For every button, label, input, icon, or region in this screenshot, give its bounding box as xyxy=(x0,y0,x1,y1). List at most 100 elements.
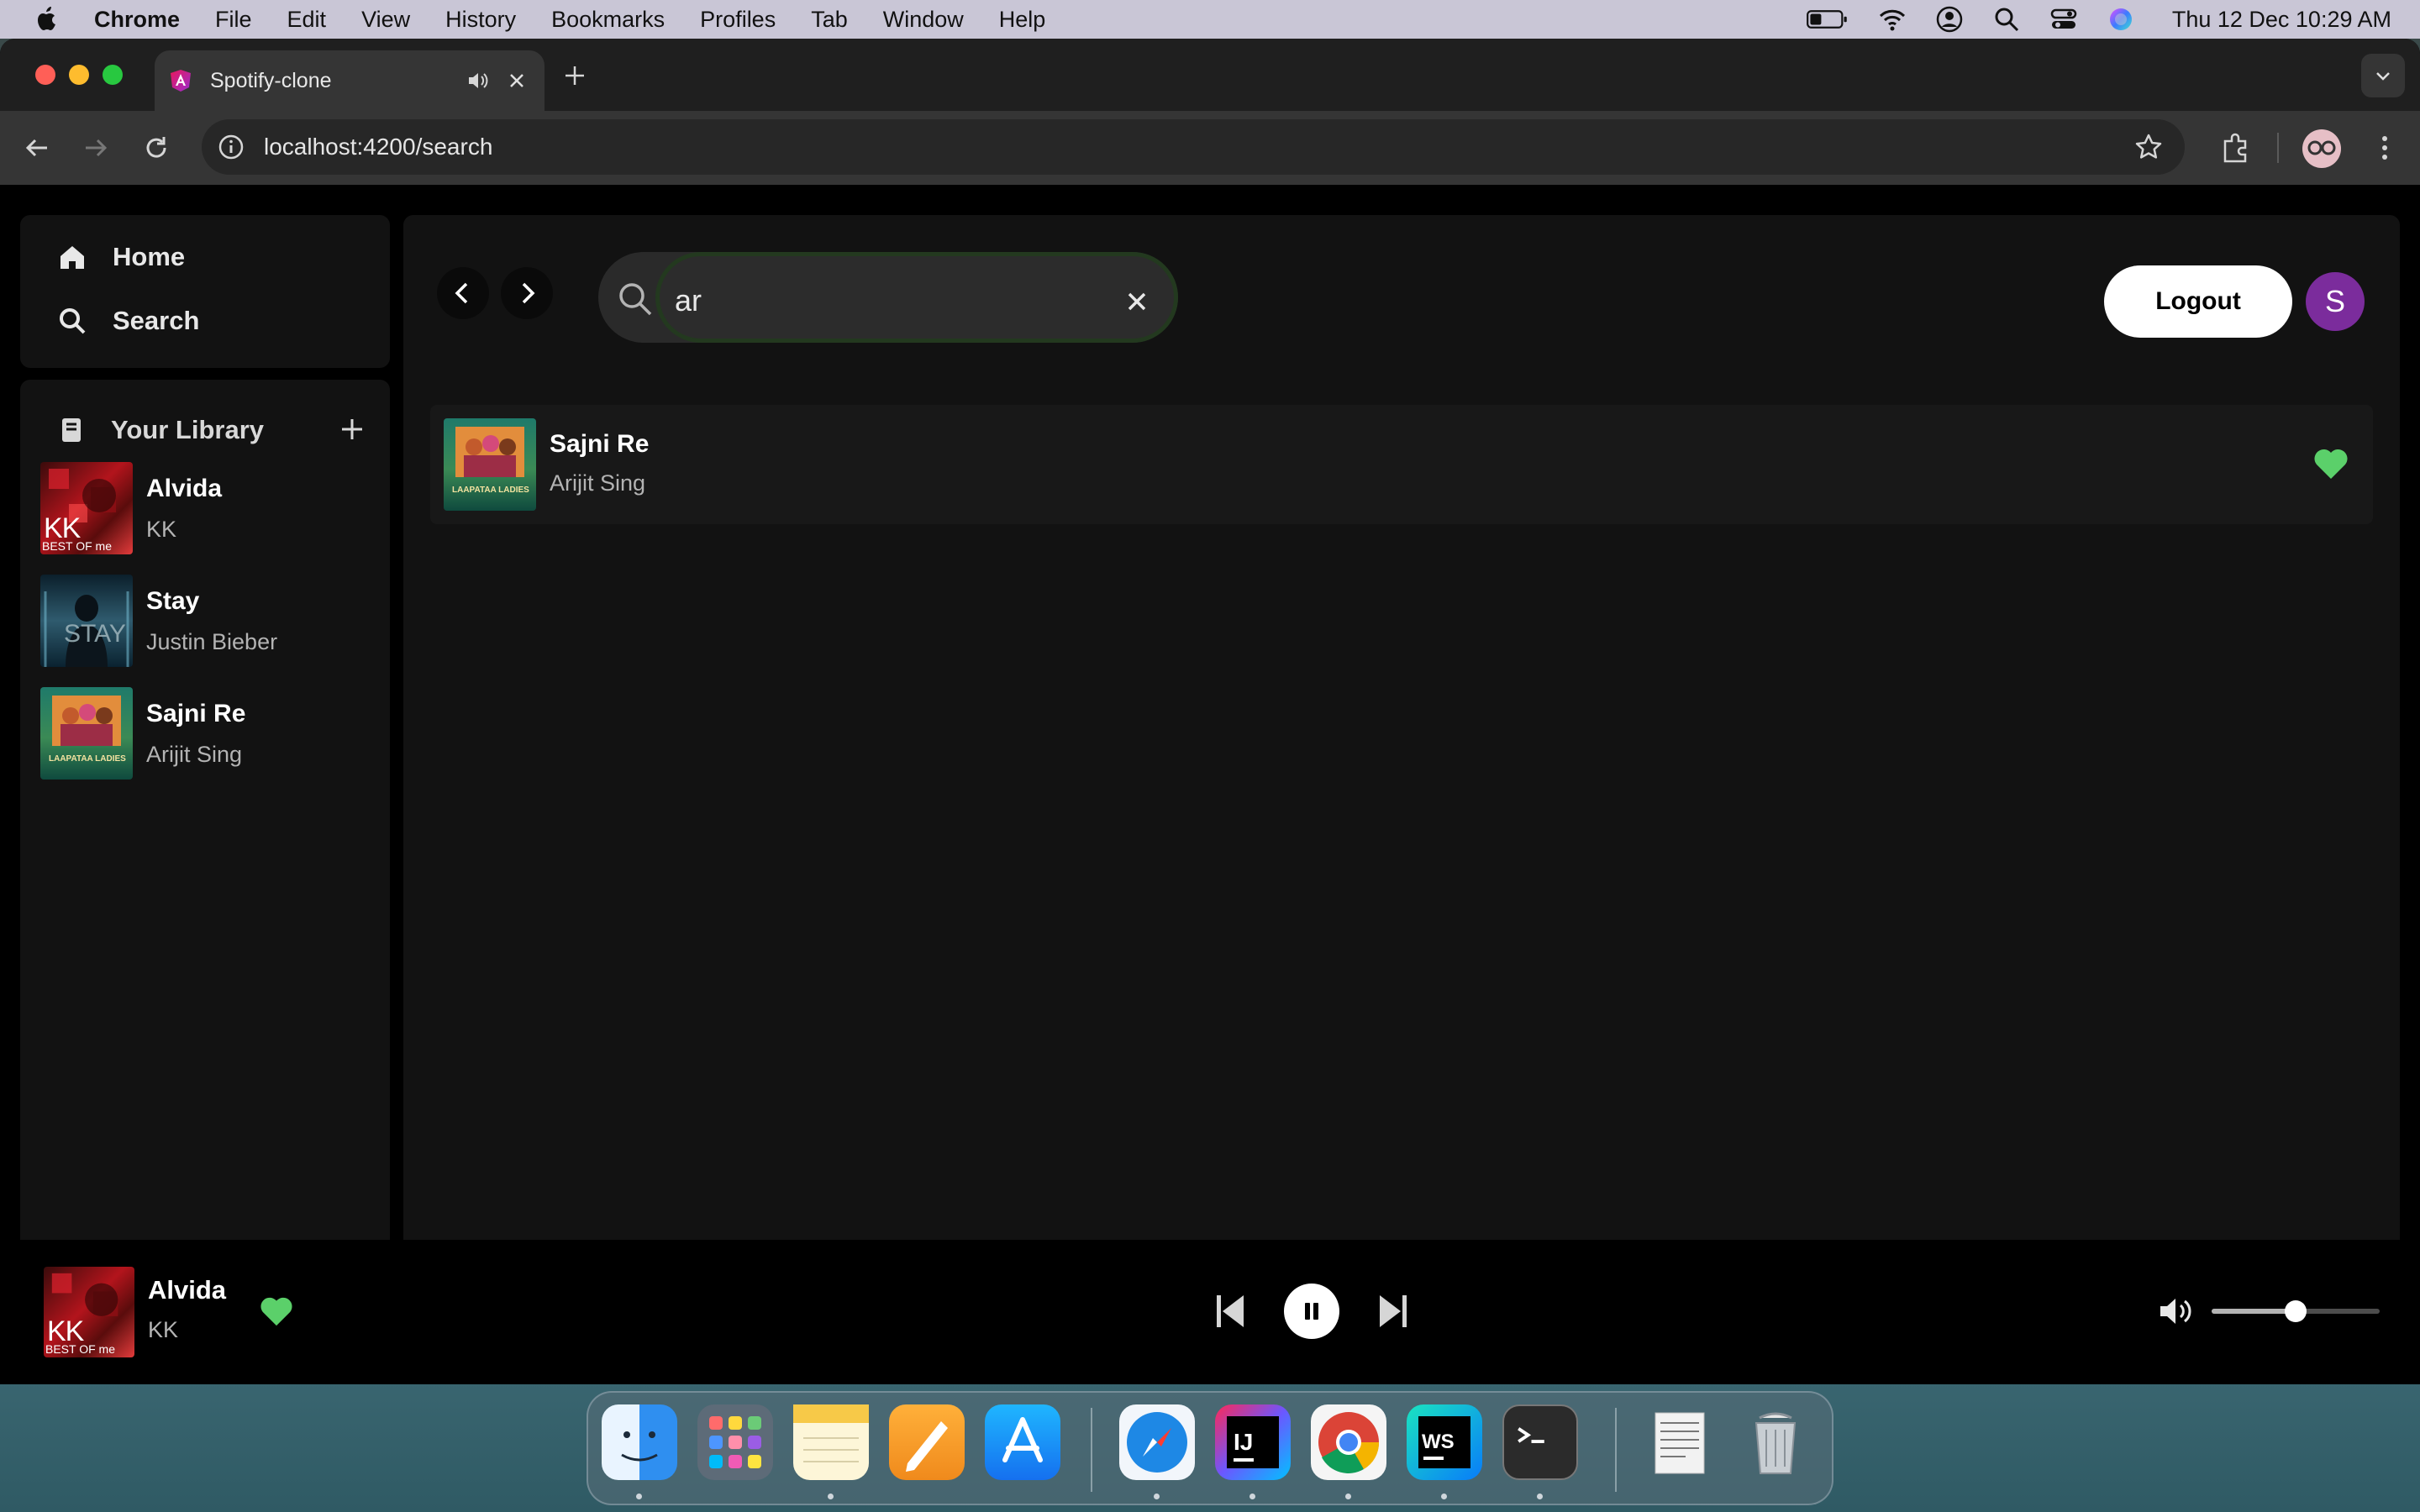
launchpad-app-icon[interactable] xyxy=(697,1404,773,1480)
liked-heart-icon[interactable] xyxy=(259,1295,294,1327)
site-info-icon[interactable] xyxy=(217,133,245,161)
library-header[interactable]: Your Library xyxy=(57,415,264,445)
history-forward-button[interactable] xyxy=(501,267,553,319)
menubar-clock[interactable]: Thu 12 Dec 10:29 AM xyxy=(2172,7,2391,33)
menu-app-name[interactable]: Chrome xyxy=(94,7,180,33)
notes-app-icon[interactable] xyxy=(793,1404,869,1480)
search-input[interactable] xyxy=(675,280,1112,322)
finder-face-icon xyxy=(621,1431,658,1462)
documents-stack-icon[interactable] xyxy=(1642,1404,1718,1480)
tab-close-icon[interactable] xyxy=(508,71,526,90)
page-content: Home Search Your Library KK BEST OF me A… xyxy=(0,185,2420,1384)
siri-icon[interactable] xyxy=(2107,5,2135,34)
address-bar[interactable]: localhost:4200/search xyxy=(202,119,2185,175)
volume-slider-fill xyxy=(2212,1309,2296,1314)
webstorm-app-icon[interactable]: WS xyxy=(1407,1404,1482,1480)
window-zoom-button[interactable] xyxy=(103,65,123,85)
menu-help[interactable]: Help xyxy=(999,7,1046,33)
chevron-down-icon xyxy=(2376,72,2390,81)
menu-window[interactable]: Window xyxy=(883,7,964,33)
trash-can-icon xyxy=(1754,1412,1797,1474)
volume-icon[interactable] xyxy=(2158,1295,2193,1327)
browser-toolbar: localhost:4200/search xyxy=(0,111,2420,185)
tab-search-button[interactable] xyxy=(2361,54,2405,97)
library-item-stay[interactable]: STAY Stay Justin Bieber xyxy=(40,575,277,667)
menu-tab[interactable]: Tab xyxy=(811,7,848,33)
now-playing-artist: KK xyxy=(148,1317,179,1342)
address-url[interactable]: localhost:4200/search xyxy=(264,134,2134,160)
menu-view[interactable]: View xyxy=(361,7,410,33)
menu-edit[interactable]: Edit xyxy=(287,7,327,33)
user-avatar[interactable]: S xyxy=(2306,272,2365,331)
previous-track-icon[interactable] xyxy=(1213,1292,1247,1331)
notes-lines-icon xyxy=(793,1404,869,1462)
spotlight-search-icon[interactable] xyxy=(1992,5,2021,34)
library-item-artist: Justin Bieber xyxy=(146,628,278,654)
intellij-app-icon[interactable]: IJ xyxy=(1215,1404,1291,1480)
svg-text:IJ: IJ xyxy=(1234,1429,1253,1455)
bookmark-star-icon[interactable] xyxy=(2134,133,2163,161)
menu-file[interactable]: File xyxy=(215,7,252,33)
finder-app-icon[interactable] xyxy=(602,1404,677,1480)
forward-arrow-icon[interactable] xyxy=(81,133,111,163)
clear-search-icon[interactable] xyxy=(1125,290,1149,313)
profile-avatar[interactable] xyxy=(2302,129,2341,168)
window-minimize-button[interactable] xyxy=(69,65,89,85)
webstorm-logo-icon: WS xyxy=(1418,1416,1470,1468)
primary-nav: Home Search xyxy=(20,215,390,368)
svg-text:WS: WS xyxy=(1422,1431,1455,1453)
wifi-icon[interactable] xyxy=(1878,5,1907,34)
library-item-alvida[interactable]: KK BEST OF me Alvida KK xyxy=(40,462,222,554)
volume-slider-thumb[interactable] xyxy=(2285,1300,2307,1322)
cover-art-laapataa xyxy=(455,427,524,477)
cover-art-laapataa xyxy=(52,696,121,746)
result-artist: Arijit Sing xyxy=(550,470,646,496)
browser-tab[interactable]: Spotify-clone xyxy=(155,50,544,111)
library-item-title: Sajni Re xyxy=(146,699,246,727)
album-cover-laapataa-ladies: LAAPATAA LADIES xyxy=(444,418,536,511)
history-back-button[interactable] xyxy=(437,267,489,319)
user-account-icon[interactable] xyxy=(1935,5,1964,34)
menu-bookmarks[interactable]: Bookmarks xyxy=(551,7,665,33)
next-track-icon[interactable] xyxy=(1376,1292,1410,1331)
add-playlist-icon[interactable] xyxy=(338,415,366,444)
back-arrow-icon[interactable] xyxy=(22,133,52,163)
play-pause-button[interactable] xyxy=(1284,1284,1339,1339)
extensions-icon[interactable] xyxy=(2218,131,2252,165)
nav-home[interactable]: Home xyxy=(57,242,185,272)
dock-separator xyxy=(1091,1408,1092,1492)
safari-app-icon[interactable] xyxy=(1119,1404,1195,1480)
battery-icon[interactable] xyxy=(1806,5,1849,34)
menu-history[interactable]: History xyxy=(445,7,516,33)
nav-search[interactable]: Search xyxy=(57,306,199,336)
chrome-logo-icon xyxy=(1318,1412,1380,1473)
control-center-icon[interactable] xyxy=(2049,5,2078,34)
liked-heart-icon[interactable] xyxy=(2312,447,2349,480)
terminal-prompt-icon xyxy=(1518,1427,1544,1443)
new-tab-icon[interactable] xyxy=(563,64,587,87)
menu-bar: Chrome File Edit View History Bookmarks … xyxy=(0,0,2420,39)
nav-home-label: Home xyxy=(113,242,186,271)
running-indicator xyxy=(1249,1494,1255,1499)
window-close-button[interactable] xyxy=(35,65,55,85)
browser-window: Spotify-clone localhost:4200/search Home… xyxy=(0,39,2420,1384)
more-menu-icon[interactable] xyxy=(2370,133,2400,163)
main-panel: Logout S LAAPATAA LADIES Sajni Re Arijit… xyxy=(403,215,2400,1384)
search-result-row[interactable]: LAAPATAA LADIES Sajni Re Arijit Sing xyxy=(430,405,2373,524)
library-item-sajni-re[interactable]: LAAPATAA LADIES Sajni Re Arijit Sing xyxy=(40,687,245,780)
library-item-artist: KK xyxy=(146,516,177,542)
menu-profiles[interactable]: Profiles xyxy=(700,7,776,33)
trash-icon[interactable] xyxy=(1738,1404,1813,1480)
document-thumbnail-icon xyxy=(1655,1412,1705,1474)
search-bar xyxy=(598,252,1178,343)
pages-app-icon[interactable] xyxy=(889,1404,965,1480)
app-store-icon[interactable] xyxy=(985,1404,1060,1480)
apple-icon[interactable] xyxy=(34,5,60,34)
tab-audio-icon[interactable] xyxy=(466,69,489,92)
chrome-app-icon[interactable] xyxy=(1311,1404,1386,1480)
album-cover-kk: KK BEST OF me xyxy=(40,462,133,554)
terminal-app-icon[interactable] xyxy=(1502,1404,1578,1480)
logout-button[interactable]: Logout xyxy=(2104,265,2292,338)
volume-slider[interactable] xyxy=(2212,1300,2380,1322)
reload-icon[interactable] xyxy=(141,133,171,163)
